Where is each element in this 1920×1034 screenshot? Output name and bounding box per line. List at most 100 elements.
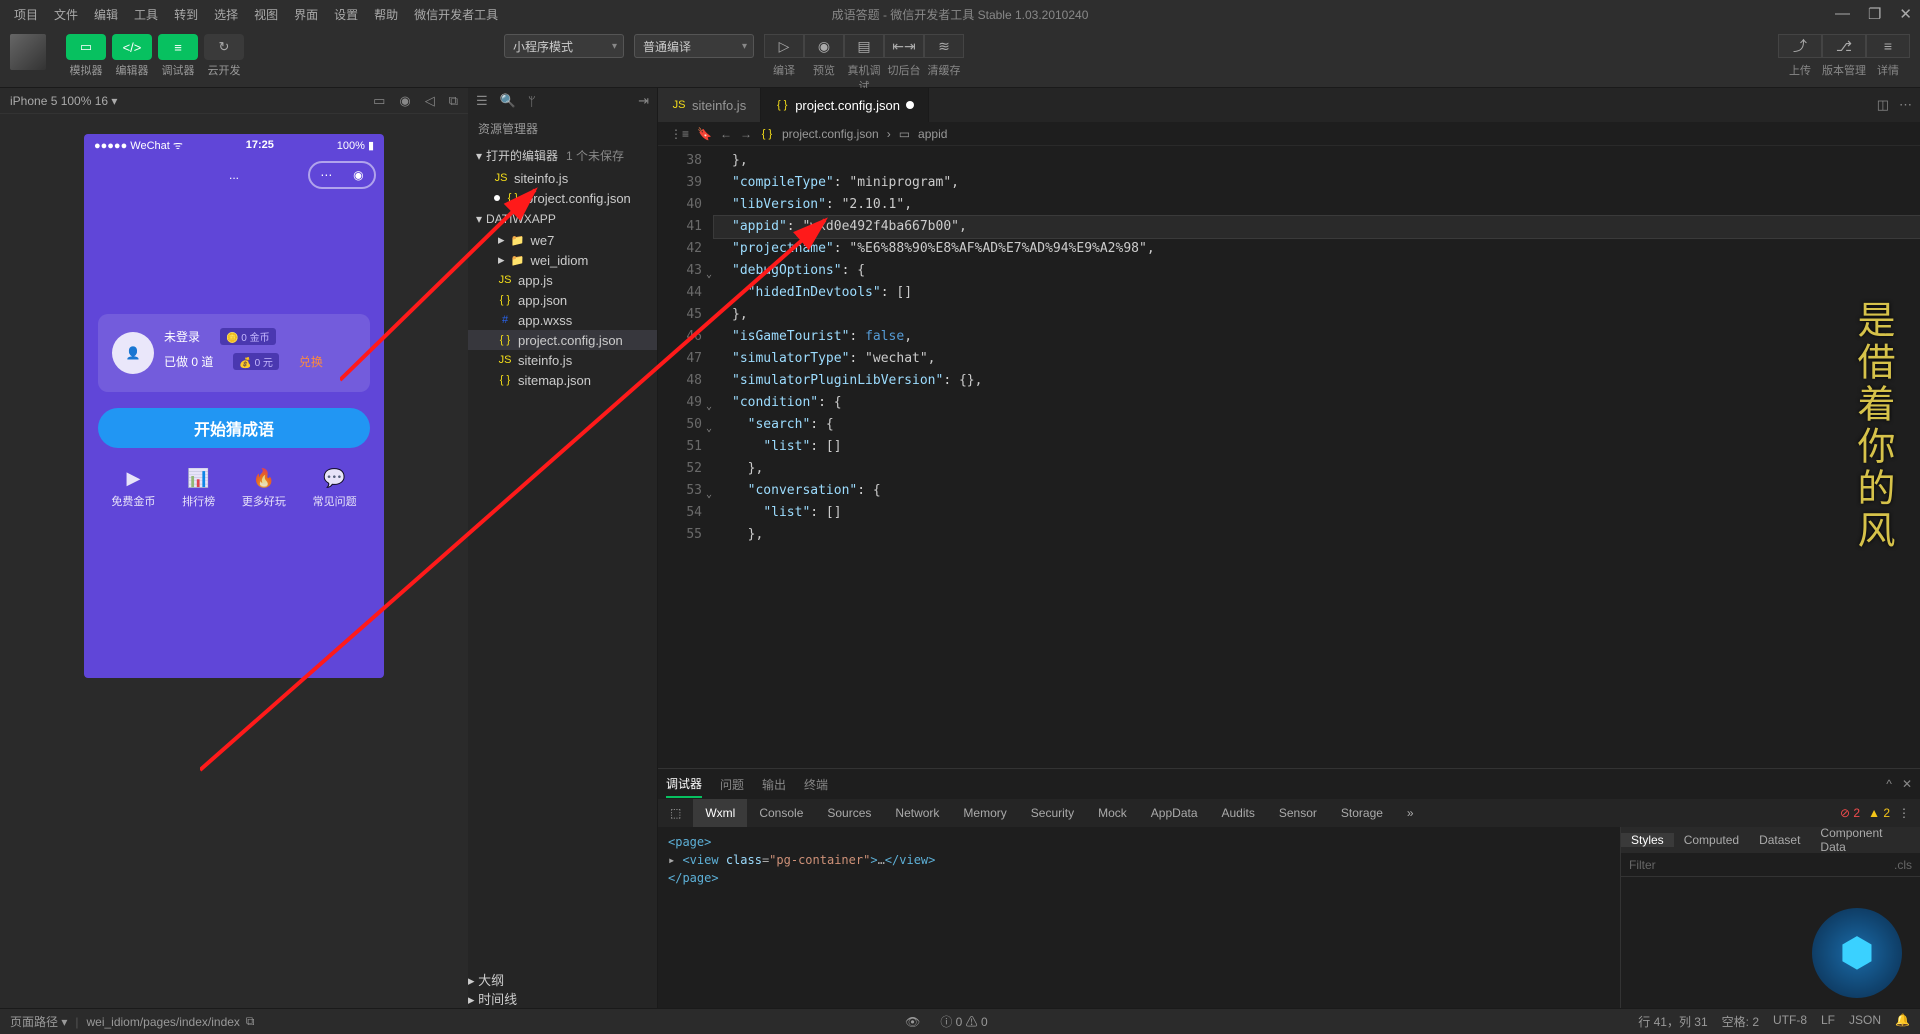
filter-input[interactable]: Filter <box>1629 858 1656 872</box>
rotate-icon[interactable]: ▭ <box>373 93 385 109</box>
problems-count[interactable]: ⓘ 0 ⚠ 0 <box>940 1013 987 1030</box>
cloud-dev-button[interactable]: ↻ <box>204 34 244 60</box>
menu-edit[interactable]: 编辑 <box>88 4 124 25</box>
lang-mode[interactable]: JSON <box>1849 1013 1881 1030</box>
device-select[interactable]: iPhone 5 100% 16 ▾ <box>10 94 117 108</box>
compile-dropdown[interactable]: 普通编译 <box>634 34 754 58</box>
details-icon[interactable]: ≡ <box>1866 34 1910 58</box>
compile-icon[interactable]: ▷ <box>764 34 804 58</box>
git-icon[interactable]: ᛘ <box>528 94 536 109</box>
bp-tab-terminal[interactable]: 终端 <box>804 772 828 797</box>
breadcrumb-symbol[interactable]: appid <box>918 127 947 141</box>
back-icon[interactable]: ← <box>720 127 732 141</box>
share-icon[interactable]: ◁ <box>425 93 435 109</box>
bell-icon[interactable]: 🔔 <box>1895 1013 1910 1030</box>
outline-section[interactable]: ▸ 大纲 <box>468 970 657 989</box>
remote-debug-icon[interactable]: ▤ <box>844 34 884 58</box>
page-path-label[interactable]: 页面路径 ▾ <box>10 1013 67 1030</box>
collapse-icon[interactable]: ⇥ <box>638 93 649 109</box>
open-editors-section[interactable]: ▾ 打开的编辑器 1 个未保存 <box>468 143 657 168</box>
open-file-project-config[interactable]: { }project.config.json <box>468 188 657 208</box>
devtools-more-icon[interactable]: ⋮ <box>1898 806 1910 820</box>
close-icon[interactable]: ✕ <box>1899 5 1912 23</box>
grid-faq[interactable]: 💬常见问题 <box>313 468 357 509</box>
more-icon[interactable]: ⋯ <box>1899 97 1912 113</box>
file-sitemap-json[interactable]: { }sitemap.json <box>468 370 657 390</box>
grid-free-coin[interactable]: ▶免费金币 <box>111 468 155 509</box>
indent-info[interactable]: 空格: 2 <box>1722 1013 1759 1030</box>
rt-component[interactable]: Component Data <box>1810 826 1920 854</box>
dt-appdata[interactable]: AppData <box>1139 799 1210 827</box>
open-file-siteinfo[interactable]: JSsiteinfo.js <box>468 168 657 188</box>
debugger-button[interactable]: ≡ <box>158 34 198 60</box>
rt-styles[interactable]: Styles <box>1621 833 1674 847</box>
menu-file[interactable]: 文件 <box>48 4 84 25</box>
file-project-config[interactable]: { }project.config.json <box>468 330 657 350</box>
error-badge[interactable]: ⊘ 2 <box>1840 806 1860 820</box>
cls-toggle[interactable]: .cls <box>1894 858 1912 872</box>
code-editor[interactable]: 383940414243⌄444546474849⌄50⌄515253⌄5455… <box>658 146 1920 768</box>
bookmark-icon[interactable]: 🔖 <box>697 127 712 141</box>
tab-siteinfo[interactable]: JSsiteinfo.js <box>658 88 761 122</box>
bp-tab-debugger[interactable]: 调试器 <box>666 771 702 798</box>
explorer-menu-icon[interactable]: ☰ <box>476 93 488 109</box>
dt-security[interactable]: Security <box>1019 799 1086 827</box>
minimize-icon[interactable]: — <box>1835 5 1850 23</box>
eye-icon[interactable]: 👁 <box>905 1015 920 1029</box>
start-button[interactable]: 开始猜成语 <box>98 408 370 448</box>
folder-wei-idiom[interactable]: ▸ 📁wei_idiom <box>468 250 657 270</box>
fwd-icon[interactable]: → <box>740 127 752 141</box>
dt-wxml[interactable]: Wxml <box>693 799 747 827</box>
dt-sensor[interactable]: Sensor <box>1267 799 1329 827</box>
record-icon[interactable]: ◉ <box>399 93 410 109</box>
background-icon[interactable]: ⇤⇥ <box>884 34 924 58</box>
expand-icon[interactable]: ^ <box>1886 777 1892 791</box>
grid-more[interactable]: 🔥更多好玩 <box>242 468 286 509</box>
menu-tools[interactable]: 工具 <box>128 4 164 25</box>
warn-badge[interactable]: ▲ 2 <box>1868 806 1890 820</box>
rt-dataset[interactable]: Dataset <box>1749 833 1810 847</box>
search-icon[interactable]: 🔍 <box>500 93 516 109</box>
folder-we7[interactable]: ▸ 📁we7 <box>468 230 657 250</box>
breadcrumb-file[interactable]: project.config.json <box>782 127 879 141</box>
clear-cache-icon[interactable]: ≋ <box>924 34 964 58</box>
file-app-wxss[interactable]: #app.wxss <box>468 310 657 330</box>
wxml-tree[interactable]: <page> ▸ <view class="pg-container">…</v… <box>658 827 1620 1008</box>
tab-project-config[interactable]: { }project.config.json <box>761 88 929 122</box>
bp-tab-output[interactable]: 输出 <box>762 772 786 797</box>
popout-icon[interactable]: ⧉ <box>449 93 458 109</box>
dt-console[interactable]: Console <box>747 799 815 827</box>
upload-icon[interactable]: ⤴ <box>1778 34 1822 58</box>
rt-computed[interactable]: Computed <box>1674 833 1749 847</box>
dt-network[interactable]: Network <box>883 799 951 827</box>
split-editor-icon[interactable]: ◫ <box>1877 97 1889 113</box>
menu-settings[interactable]: 设置 <box>328 4 364 25</box>
exchange-link[interactable]: 兑换 <box>299 353 323 370</box>
devtools-select-icon[interactable]: ⬚ <box>658 799 693 827</box>
menu-goto[interactable]: 转到 <box>168 4 204 25</box>
dt-memory[interactable]: Memory <box>951 799 1018 827</box>
encoding[interactable]: UTF-8 <box>1773 1013 1807 1030</box>
menu-select[interactable]: 选择 <box>208 4 244 25</box>
menu-view[interactable]: 视图 <box>248 4 284 25</box>
menu-ui[interactable]: 界面 <box>288 4 324 25</box>
close-panel-icon[interactable]: ✕ <box>1902 777 1912 791</box>
maximize-icon[interactable]: ❐ <box>1868 5 1881 23</box>
gutter-icon[interactable]: ⋮≡ <box>670 127 689 141</box>
menu-project[interactable]: 项目 <box>8 4 44 25</box>
menu-wechat[interactable]: 微信开发者工具 <box>408 4 504 25</box>
page-path[interactable]: wei_idiom/pages/index/index <box>86 1015 239 1029</box>
cursor-pos[interactable]: 行 41，列 31 <box>1638 1013 1707 1030</box>
file-app-json[interactable]: { }app.json <box>468 290 657 310</box>
file-app-js[interactable]: JSapp.js <box>468 270 657 290</box>
copy-icon[interactable]: ⧉ <box>246 1014 255 1029</box>
file-siteinfo-js[interactable]: JSsiteinfo.js <box>468 350 657 370</box>
editor-button[interactable]: </> <box>112 34 152 60</box>
timeline-section[interactable]: ▸ 时间线 <box>468 989 657 1008</box>
dt-audits[interactable]: Audits <box>1210 799 1267 827</box>
version-icon[interactable]: ⎇ <box>1822 34 1866 58</box>
mode-dropdown[interactable]: 小程序模式 <box>504 34 624 58</box>
root-section[interactable]: ▾ DATIWXAPP <box>468 208 657 230</box>
dt-storage[interactable]: Storage <box>1329 799 1395 827</box>
grid-rank[interactable]: 📊排行榜 <box>182 468 215 509</box>
